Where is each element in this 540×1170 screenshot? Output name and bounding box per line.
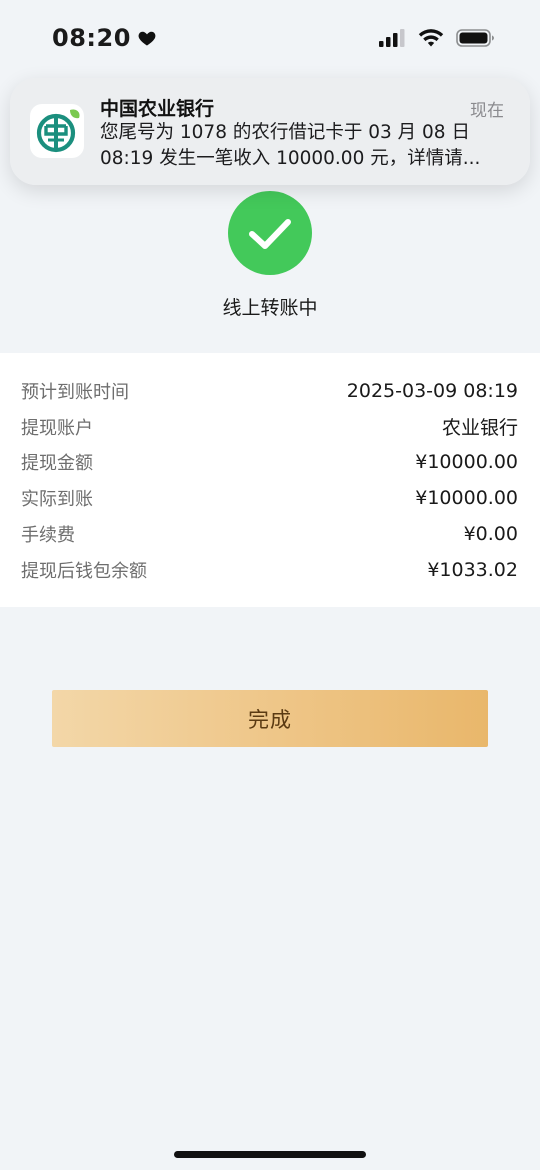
notification-body-line: 您尾号为 1078 的农行借记卡于 03 月 08 日: [100, 122, 470, 143]
done-button[interactable]: 完成: [52, 690, 488, 747]
status-time-group: 08:20: [52, 24, 157, 52]
success-icon-circle: [228, 191, 312, 275]
detail-value: ¥10000.00: [415, 451, 518, 474]
notification-body: 您尾号为 1078 的农行借记卡于 03 月 08 日 08:19 发生一笔收入…: [100, 120, 510, 172]
detail-row-amount: 提现金额 ¥10000.00: [0, 445, 540, 481]
detail-row-fee: 手续费 ¥0.00: [0, 516, 540, 552]
detail-label: 提现后钱包余额: [21, 560, 147, 582]
detail-value: ¥1033.02: [427, 558, 518, 581]
screen: 08:20 线上转账中 预计到账时间 2025-03-09 08:19 提现账户…: [0, 0, 540, 1170]
notification-app-name: 中国农业银行: [100, 98, 215, 120]
checkmark-icon: [249, 219, 291, 249]
status-bar: 08:20: [0, 0, 540, 80]
detail-label: 提现账户: [21, 417, 93, 439]
detail-label: 预计到账时间: [21, 381, 129, 403]
abc-bank-logo-icon: [30, 104, 84, 158]
detail-value: 农业银行: [441, 417, 518, 440]
status-icons: [378, 28, 496, 48]
detail-label: 实际到账: [21, 489, 93, 511]
detail-row-account: 提现账户 农业银行: [0, 409, 540, 445]
notification-body-line: 08:19 发生一笔收入 10000.00 元，详情请...: [100, 148, 481, 169]
notification-time: 现在: [470, 101, 504, 121]
wifi-icon: [418, 29, 444, 47]
detail-label: 提现金额: [21, 453, 93, 475]
detail-value: 2025-03-09 08:19: [346, 379, 518, 402]
home-indicator[interactable]: [174, 1151, 366, 1158]
detail-label: 手续费: [21, 525, 75, 547]
detail-value: ¥0.00: [463, 523, 518, 546]
detail-row-received: 实际到账 ¥10000.00: [0, 480, 540, 516]
withdrawal-details-card: 预计到账时间 2025-03-09 08:19 提现账户 农业银行 提现金额 ¥…: [0, 353, 540, 607]
notification-banner[interactable]: 中国农业银行 现在 您尾号为 1078 的农行借记卡于 03 月 08 日 08…: [10, 78, 530, 185]
detail-row-arrival-time: 预计到账时间 2025-03-09 08:19: [0, 373, 540, 409]
heart-icon: [138, 31, 156, 46]
detail-value: ¥10000.00: [415, 487, 518, 510]
status-time: 08:20: [52, 24, 131, 52]
battery-icon: [456, 29, 494, 47]
detail-row-balance: 提现后钱包余额 ¥1033.02: [0, 552, 540, 588]
cellular-signal-icon: [379, 29, 405, 47]
transfer-status-text: 线上转账中: [222, 297, 318, 319]
